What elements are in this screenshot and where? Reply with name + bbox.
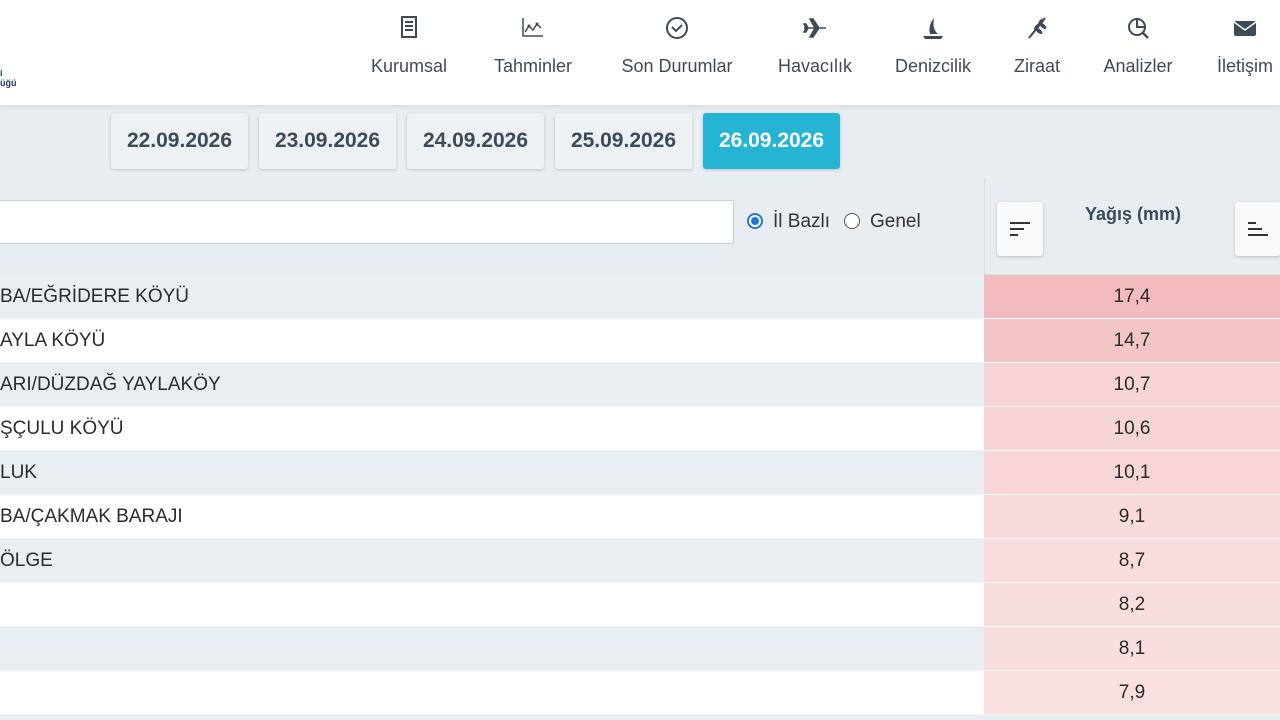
station-name — [0, 671, 984, 715]
station-name: ARI/DÜZDAĞ YAYLAKÖY — [0, 363, 984, 407]
nav-analizler[interactable]: Analizler — [1098, 14, 1178, 77]
date-tab[interactable]: 22.09.2026 — [111, 113, 248, 169]
table-row[interactable]: AYLA KÖYÜ 14,7 — [0, 319, 1280, 363]
nav-tahminler[interactable]: Tahminler — [487, 14, 579, 77]
station-name: AYLA KÖYÜ — [0, 319, 984, 363]
station-name — [0, 583, 984, 627]
radio-button-checked[interactable] — [747, 213, 763, 229]
rainfall-value: 8,7 — [984, 539, 1280, 583]
table-row[interactable]: 7,9 — [0, 671, 1280, 715]
date-tab[interactable]: 24.09.2026 — [407, 113, 544, 169]
nav-label: Son Durumlar — [621, 56, 733, 76]
table-row-partial — [0, 715, 1280, 720]
rainfall-value: 8,2 — [984, 583, 1280, 627]
table-row[interactable]: ARI/DÜZDAĞ YAYLAKÖY 10,7 — [0, 363, 1280, 407]
rainfall-value: 9,1 — [984, 495, 1280, 539]
station-name: LUK — [0, 451, 984, 495]
nav-iletisim[interactable]: İletişim — [1210, 14, 1280, 77]
station-name: ÖLGE — [0, 539, 984, 583]
rainfall-value: 7,9 — [984, 671, 1280, 715]
nav-label: İletişim — [1216, 56, 1273, 76]
nav-havacilik[interactable]: Havacılık — [775, 14, 855, 77]
envelope-icon — [1233, 21, 1257, 36]
logo-line-2: üğü — [0, 78, 17, 88]
nav-label: Havacılık — [777, 56, 853, 76]
nav-label: Kurumsal — [370, 56, 448, 76]
date-tab-active[interactable]: 26.09.2026 — [703, 113, 840, 169]
rainfall-value: 14,7 — [984, 319, 1280, 363]
nav-label: Analizler — [1103, 56, 1173, 76]
sailboat-icon — [923, 18, 943, 39]
airplane-icon — [802, 18, 826, 38]
nav-son-durumlar[interactable]: Son Durumlar — [614, 14, 740, 77]
table-row[interactable]: ŞÇULU KÖYÜ 10,6 — [0, 407, 1280, 451]
document-icon — [401, 16, 417, 38]
rainfall-table: BA/EĞRİDERE KÖYÜ 17,4 AYLA KÖYÜ 14,7 ARI… — [0, 275, 1280, 715]
chart-icon — [522, 18, 543, 37]
sort-desc-button[interactable] — [997, 202, 1043, 256]
column-header: Yağış (mm) — [984, 178, 1280, 275]
radio-button[interactable] — [844, 213, 860, 229]
station-name: BA/ÇAKMAK BARAJI — [0, 495, 984, 539]
station-name: ŞÇULU KÖYÜ — [0, 407, 984, 451]
radio-label: Genel — [870, 211, 921, 232]
sort-desc-icon — [1010, 222, 1030, 236]
check-circle-icon — [666, 17, 688, 39]
nav-kurumsal[interactable]: Kurumsal — [365, 14, 453, 77]
nav-ziraat[interactable]: Ziraat — [1008, 14, 1066, 77]
nav-label: Denizcilik — [894, 56, 972, 76]
search-input[interactable] — [0, 200, 734, 244]
analysis-icon — [1128, 18, 1149, 39]
station-name: BA/EĞRİDERE KÖYÜ — [0, 275, 984, 319]
table-row[interactable]: BA/EĞRİDERE KÖYÜ 17,4 — [0, 275, 1280, 319]
table-row[interactable]: LUK 10,1 — [0, 451, 1280, 495]
logo-line-1: i — [0, 68, 3, 78]
date-tab[interactable]: 25.09.2026 — [555, 113, 692, 169]
table-row[interactable]: 8,1 — [0, 627, 1280, 671]
nav-label: Tahminler — [493, 56, 573, 76]
station-name — [0, 627, 984, 671]
rainfall-value: 10,1 — [984, 451, 1280, 495]
filter-bar: İl Bazlı Genel — [0, 178, 984, 276]
date-selector: 22.09.2026 23.09.2026 24.09.2026 25.09.2… — [0, 105, 1280, 178]
wheat-icon — [1028, 17, 1047, 39]
date-tab[interactable]: 23.09.2026 — [259, 113, 396, 169]
rainfall-value: 17,4 — [984, 275, 1280, 319]
table-row[interactable]: BA/ÇAKMAK BARAJI 9,1 — [0, 495, 1280, 539]
top-header: i üğü Kurumsal Tahminler Son Durumlar Ha… — [0, 0, 1280, 105]
rainfall-value: 8,1 — [984, 627, 1280, 671]
column-title: Yağış (mm) — [1085, 204, 1182, 224]
nav-label: Ziraat — [1013, 56, 1060, 76]
sort-asc-button[interactable] — [1235, 202, 1280, 256]
nav-denizcilik[interactable]: Denizcilik — [890, 14, 976, 77]
table-row[interactable]: ÖLGE 8,7 — [0, 539, 1280, 583]
logo[interactable]: i üğü — [0, 68, 17, 88]
rainfall-value: 10,6 — [984, 407, 1280, 451]
table-row[interactable]: 8,2 — [0, 583, 1280, 627]
sort-asc-icon — [1248, 222, 1268, 236]
rainfall-value: 10,7 — [984, 363, 1280, 407]
radio-label: İl Bazlı — [773, 211, 831, 232]
